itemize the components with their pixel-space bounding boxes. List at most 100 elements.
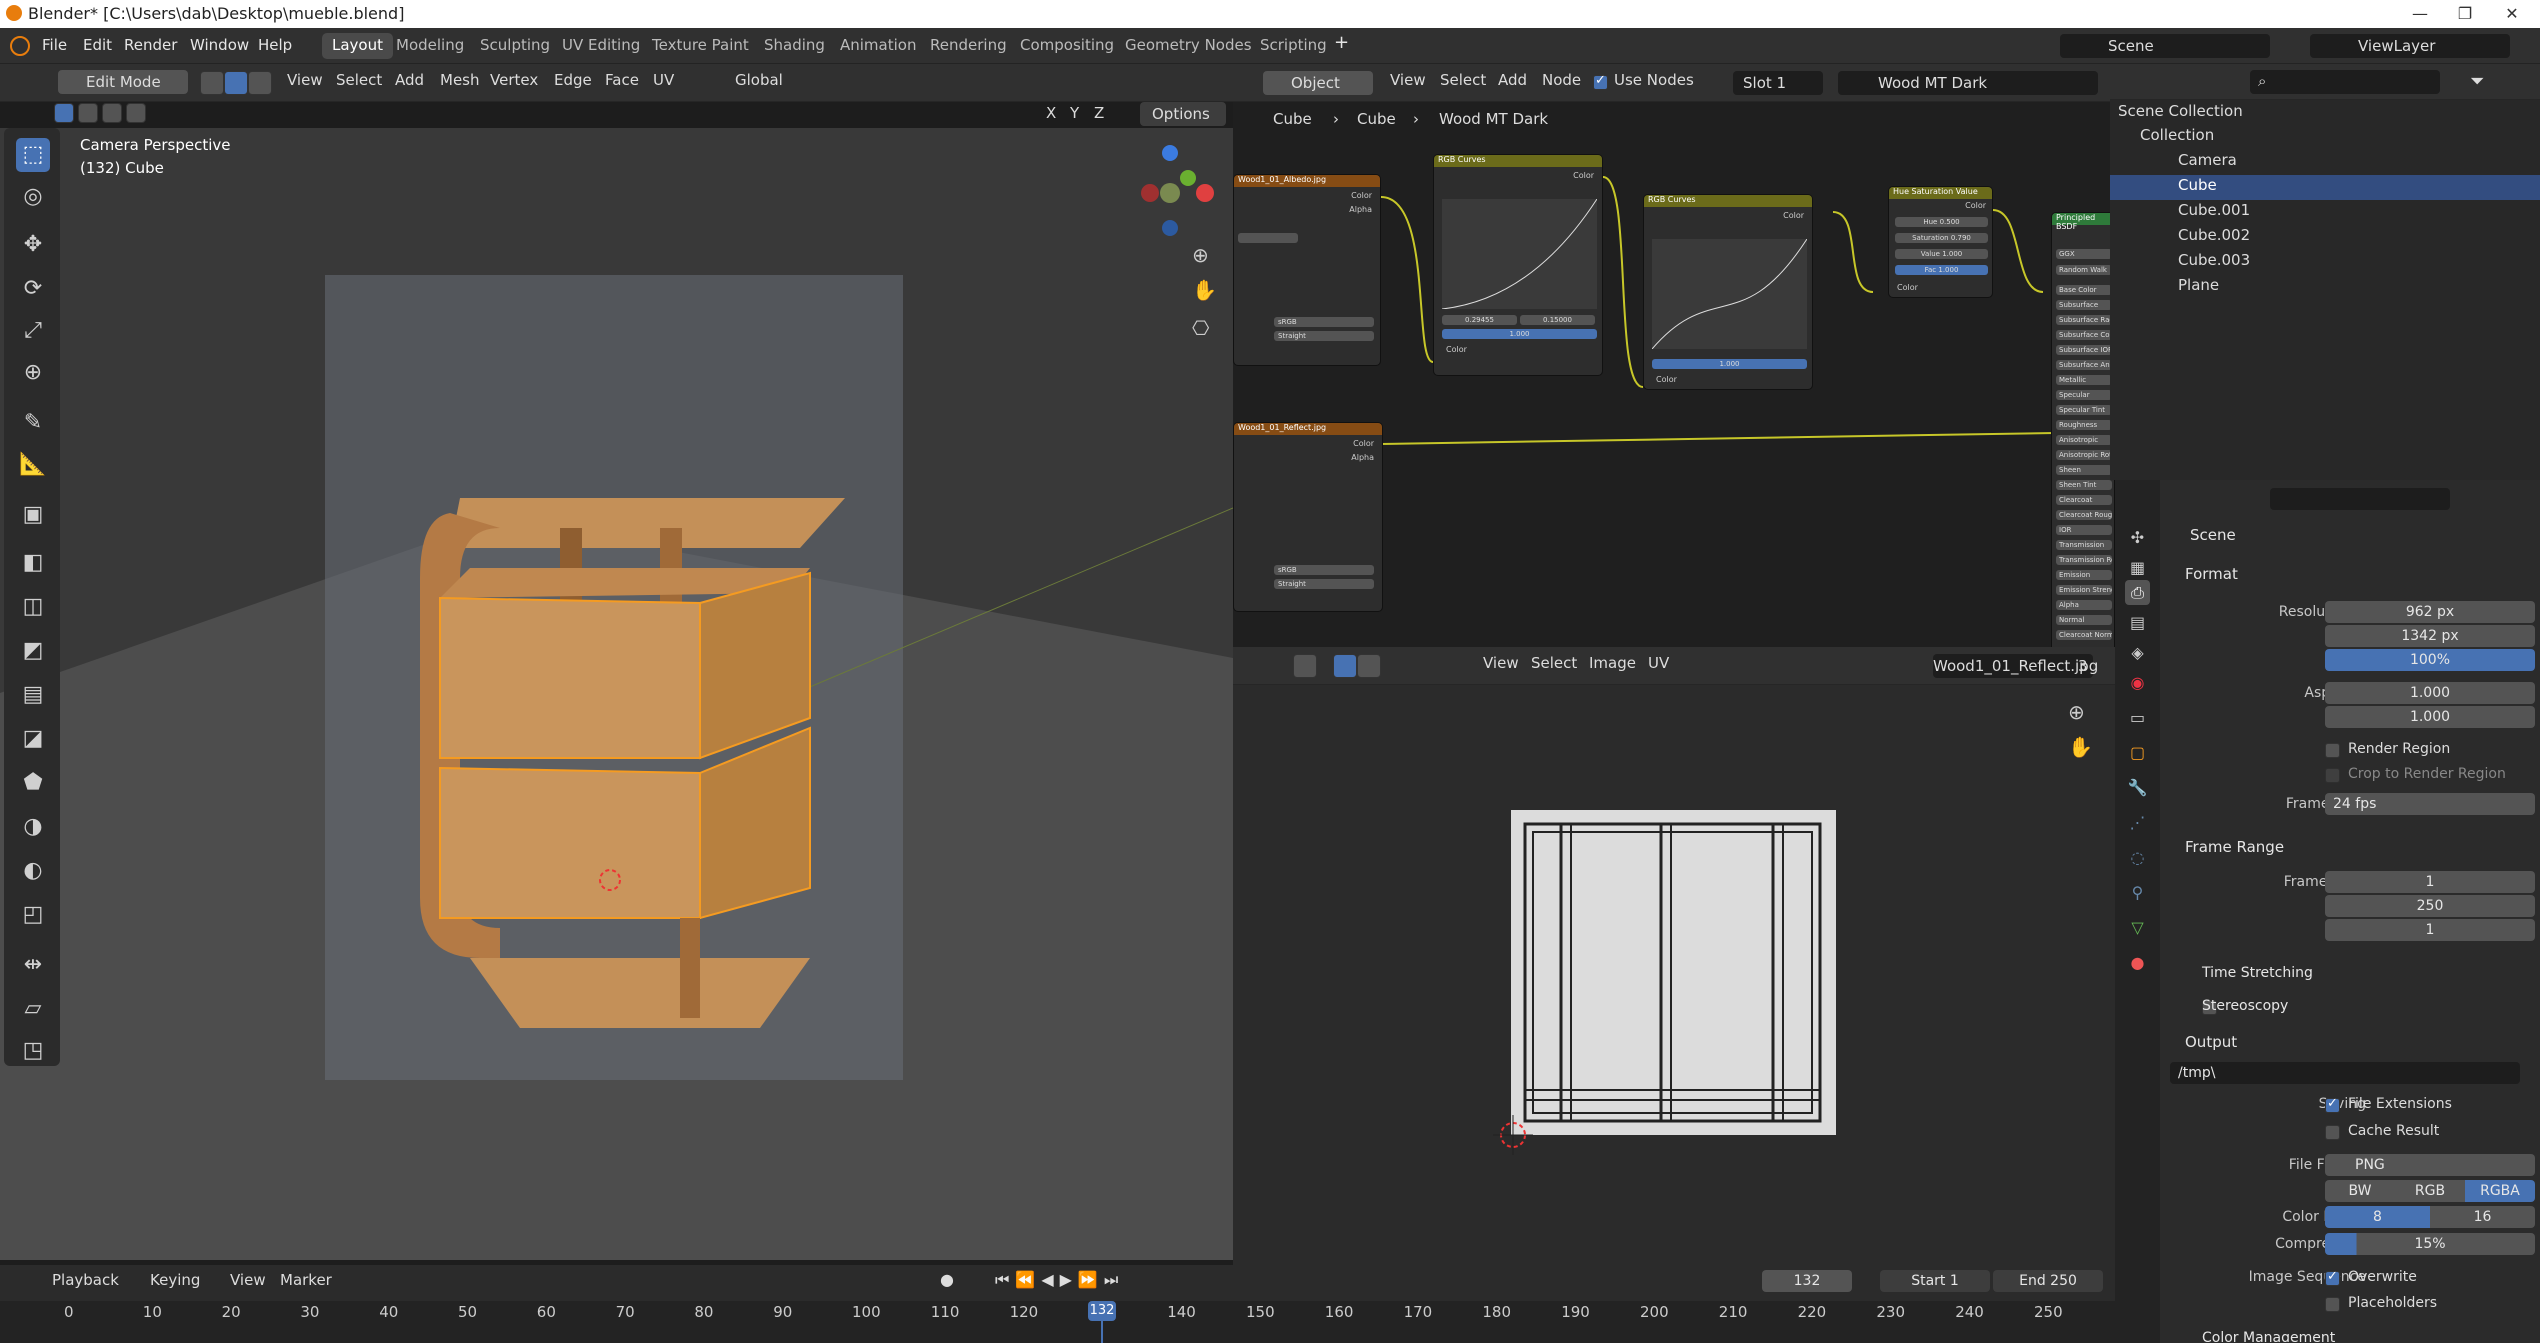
use-nodes-checkbox[interactable] <box>1593 73 1608 90</box>
image-menu-uv[interactable]: UV <box>1648 654 1669 672</box>
playhead[interactable]: 132 <box>1088 1301 1116 1321</box>
color-management-section[interactable]: Color Management <box>2202 1330 2335 1342</box>
edge-slide-icon[interactable]: ◰ <box>16 898 50 932</box>
timeline-track[interactable]: 0102030405060708090100110120130140150160… <box>0 1301 2115 1343</box>
axis-x[interactable]: X <box>1046 104 1056 122</box>
collection-tab-icon[interactable]: ▭ <box>2125 705 2150 730</box>
spin-icon[interactable]: ◑ <box>16 810 50 844</box>
compression-slider[interactable]: 15% <box>2325 1233 2535 1255</box>
tab-rendering[interactable]: Rendering <box>920 33 1017 59</box>
viewport-menu-view[interactable]: View <box>287 71 323 89</box>
scene-selector[interactable]: Scene <box>2060 34 2270 58</box>
hsv-fac[interactable]: Fac 1.000 <box>1895 265 1988 275</box>
timeline-menu-keying[interactable]: Keying <box>150 1271 200 1289</box>
node-menu-add[interactable]: Add <box>1498 71 1527 89</box>
aspect-y-field[interactable]: 1.000 <box>2325 706 2535 728</box>
bsdf-input[interactable]: Specular Tint <box>2056 405 2112 415</box>
frame-range-section[interactable]: Frame Range <box>2185 838 2284 856</box>
rgb1-curve-graph[interactable] <box>1442 199 1597 309</box>
tool-tab-icon[interactable]: ✣ <box>2125 525 2150 550</box>
end-frame-field[interactable]: End 250 <box>1993 1270 2103 1292</box>
rotate-icon[interactable]: ⟳ <box>16 272 50 306</box>
bsdf-subsurface-method[interactable]: Random Walk <box>2056 265 2112 275</box>
bsdf-input[interactable]: Subsurface Anisotropy <box>2056 360 2112 370</box>
image-pan-icon[interactable]: ✋ <box>2068 735 2093 759</box>
blender-menu-icon[interactable] <box>10 36 30 56</box>
outliner-item-camera[interactable]: Camera <box>2178 151 2237 176</box>
constraints-tab-icon[interactable]: ⚲ <box>2125 880 2150 905</box>
res-pct-field[interactable]: 100% <box>2325 649 2535 671</box>
node-editor[interactable]: Cube › Cube › Wood MT Dark Wood1_01_Albe… <box>1233 102 2115 647</box>
bevel-icon[interactable]: ◩ <box>16 634 50 668</box>
current-frame-field[interactable]: 132 <box>1762 1270 1852 1292</box>
bsdf-distribution[interactable]: GGX <box>2056 249 2112 259</box>
outliner-item-cube-002[interactable]: Cube.002 <box>2178 226 2250 251</box>
color-rgba-button[interactable]: RGBA <box>2465 1180 2535 1202</box>
bsdf-input[interactable]: Transmission <box>2056 540 2112 550</box>
rgb1-curve-y[interactable]: 0.15000 <box>1520 315 1595 325</box>
rgb2-curve-graph[interactable] <box>1652 239 1807 349</box>
time-stretching-section[interactable]: Time Stretching <box>2202 965 2313 981</box>
viewport-menu-edge[interactable]: Edge <box>554 71 592 89</box>
res-y-field[interactable]: 1342 px <box>2325 625 2535 647</box>
stereoscopy-section[interactable]: Stereoscopy <box>2202 998 2288 1014</box>
render-tab-icon[interactable]: ▦ <box>2125 555 2150 580</box>
tab-layout[interactable]: Layout <box>322 33 393 59</box>
depth-16-button[interactable]: 16 <box>2430 1206 2535 1228</box>
node-rgb-curves-1[interactable]: RGB Curves Color 0.29455 0.15000 1.000 C… <box>1433 154 1603 376</box>
pan-hand-icon[interactable]: ✋ <box>1192 278 1217 302</box>
data-tab-icon[interactable]: ▽ <box>2125 915 2150 940</box>
bsdf-input[interactable]: Metallic <box>2056 375 2112 385</box>
output-tab-icon[interactable]: ⎙ <box>2125 580 2150 605</box>
reflect-colorspace[interactable]: sRGB <box>1274 565 1374 575</box>
restore-icon[interactable]: ❐ <box>2445 2 2485 26</box>
tab-scripting[interactable]: Scripting <box>1250 33 1337 59</box>
bsdf-input[interactable]: Anisotropic <box>2056 435 2112 445</box>
bsdf-input[interactable]: Clearcoat Normal <box>2056 630 2112 640</box>
format-section[interactable]: Format <box>2185 565 2238 583</box>
output-section[interactable]: Output <box>2185 1033 2237 1051</box>
image-zoom-icon[interactable]: ⊕ <box>2068 700 2085 724</box>
object-selector[interactable]: Object <box>1263 71 1373 95</box>
albedo-alpha-mode[interactable]: Straight <box>1274 331 1374 341</box>
face-select-icon[interactable] <box>248 71 272 95</box>
rgb2-fac[interactable]: 1.000 <box>1652 359 1807 369</box>
crop-checkbox[interactable] <box>2325 768 2340 783</box>
tab-uv-editing[interactable]: UV Editing <box>552 33 650 59</box>
tab-compositing[interactable]: Compositing <box>1010 33 1124 59</box>
smooth-icon[interactable]: ◐ <box>16 854 50 888</box>
rgb1-curve-x[interactable]: 0.29455 <box>1442 315 1517 325</box>
outliner-item-plane[interactable]: Plane <box>2178 276 2219 301</box>
overwrite-checkbox[interactable] <box>2325 1269 2340 1286</box>
add-workspace-icon[interactable]: + <box>1334 32 1349 53</box>
bsdf-input[interactable]: Emission Strength <box>2056 585 2112 595</box>
inset-icon[interactable]: ◫ <box>16 590 50 624</box>
edge-select-icon[interactable] <box>224 71 248 95</box>
transform-icon[interactable]: ⊕ <box>16 356 50 390</box>
reflect-alpha-mode[interactable]: Straight <box>1274 579 1374 589</box>
bsdf-input[interactable]: Sheen Tint <box>2056 480 2112 490</box>
viewport-menu-face[interactable]: Face <box>605 71 639 89</box>
bsdf-input[interactable]: Specular <box>2056 390 2112 400</box>
annotate-icon[interactable]: ✎ <box>16 406 50 440</box>
modifier-tab-icon[interactable]: 🔧 <box>2125 775 2150 800</box>
node-rgb-curves-2[interactable]: RGB Curves Color 1.000 Color <box>1643 194 1813 390</box>
select-extend-icon[interactable] <box>78 103 98 123</box>
bsdf-input[interactable]: Clearcoat Roughness <box>2056 510 2112 520</box>
uv-sync-icon[interactable] <box>1293 654 1317 678</box>
hsv-hue[interactable]: Hue 0.500 <box>1895 217 1988 227</box>
output-path-input[interactable]: /tmp\ <box>2170 1062 2520 1084</box>
node-menu-node[interactable]: Node <box>1542 71 1581 89</box>
viewport-menu-add[interactable]: Add <box>395 71 424 89</box>
tab-texture-paint[interactable]: Texture Paint <box>642 33 759 59</box>
bsdf-input[interactable]: Emission <box>2056 570 2112 580</box>
tab-shading[interactable]: Shading <box>754 33 835 59</box>
slot-selector[interactable]: Slot 1 <box>1733 71 1823 95</box>
rgb1-fac[interactable]: 1.000 <box>1442 329 1597 339</box>
timeline-menu-marker[interactable]: Marker <box>280 1271 332 1289</box>
node-hue-saturation[interactable]: Hue Saturation Value Color Hue 0.500 Sat… <box>1888 186 1993 298</box>
material-tab-icon[interactable]: ● <box>2125 950 2150 975</box>
bsdf-input[interactable]: Base Color <box>2056 285 2112 295</box>
filter-icon[interactable]: ⏷ <box>2470 71 2484 92</box>
knife-icon[interactable]: ◪ <box>16 722 50 756</box>
